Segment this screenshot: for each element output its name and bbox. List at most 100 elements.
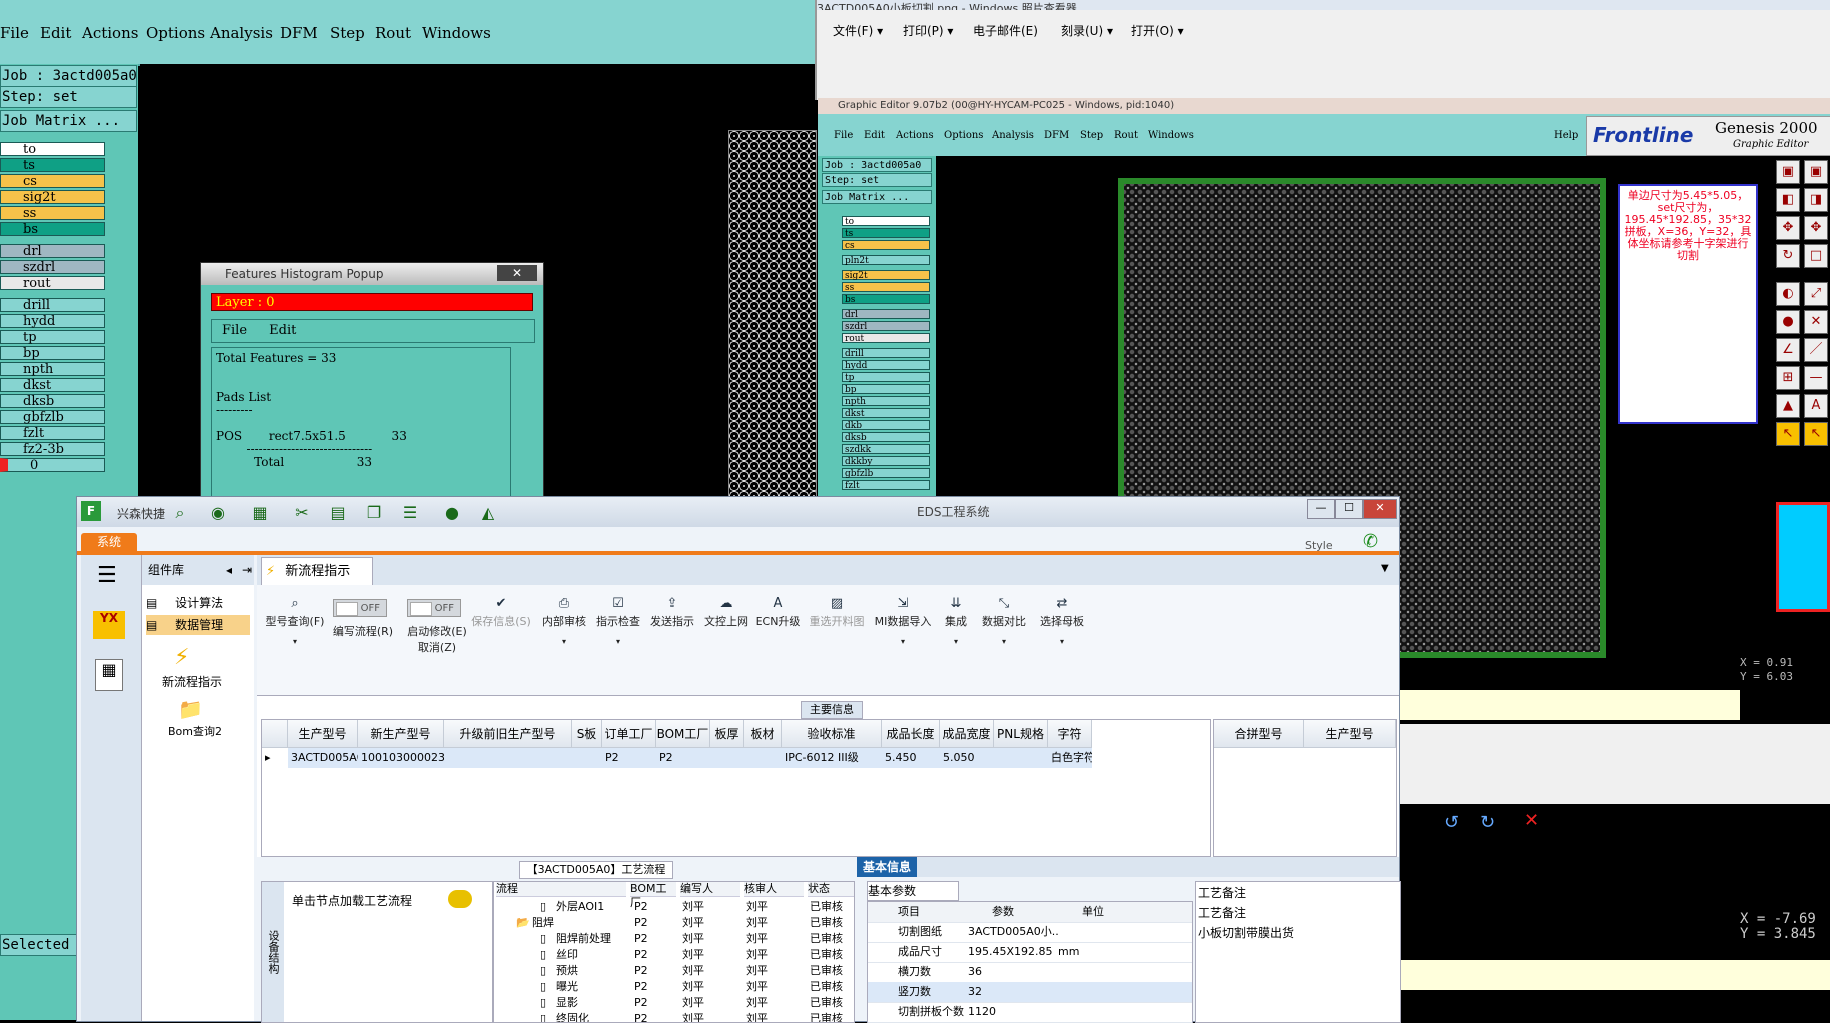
tool-icon[interactable]: ◐ bbox=[1776, 282, 1800, 306]
main-info-tab[interactable]: 主要信息 bbox=[801, 701, 863, 719]
grid-cell[interactable]: 5.450 bbox=[882, 748, 940, 768]
layer-row[interactable]: sig2t bbox=[0, 190, 105, 205]
menu-file[interactable]: File bbox=[0, 24, 29, 42]
menu-rout[interactable]: Rout bbox=[375, 24, 411, 42]
craft-note-tab[interactable]: 工艺备注 bbox=[1198, 884, 1246, 901]
user-icon[interactable]: ● bbox=[441, 503, 463, 523]
integrate-button[interactable]: ⇊ 集成 ▾ bbox=[939, 595, 973, 646]
gr-menu-windows[interactable]: Windows bbox=[1148, 130, 1194, 141]
maximize-button[interactable]: ☐ bbox=[1335, 499, 1363, 519]
yx-module-icon[interactable]: YX bbox=[93, 611, 125, 639]
table-icon[interactable]: ▦ bbox=[249, 503, 271, 523]
grid-header[interactable]: BOM工厂 bbox=[656, 720, 710, 748]
grid-header[interactable]: 板厚 bbox=[710, 720, 744, 748]
list-icon[interactable]: ☰ bbox=[399, 503, 421, 523]
rotate-left-icon[interactable]: ↺ bbox=[1444, 812, 1459, 833]
tool-icon[interactable]: ↻ bbox=[1776, 244, 1800, 268]
gr-menu-dfm[interactable]: DFM bbox=[1044, 130, 1069, 141]
menu-edit[interactable]: Edit bbox=[40, 24, 71, 42]
gr-layer-row[interactable]: pln2t bbox=[842, 255, 930, 266]
layer-row[interactable]: npth bbox=[0, 362, 105, 377]
param-row[interactable]: 切割图纸 3ACTD005A0小... bbox=[868, 922, 1192, 943]
search-icon[interactable]: ⌕ bbox=[169, 503, 191, 523]
param-row[interactable]: 竖刀数 32 bbox=[868, 982, 1192, 1003]
viewer-menu-print[interactable]: 打印(P) ▾ bbox=[903, 22, 953, 39]
param-row[interactable]: 成品尺寸 195.45X192.85 mm bbox=[868, 942, 1192, 963]
gr-layer-row[interactable]: drl bbox=[842, 309, 930, 320]
gr-layer-row[interactable]: szdkk bbox=[842, 444, 930, 455]
tool-icon[interactable]: ▲ bbox=[1776, 394, 1800, 418]
gr-layer-row[interactable]: ss bbox=[842, 282, 930, 293]
grid-header[interactable]: 订单工厂 bbox=[602, 720, 656, 748]
process-flow-tab[interactable]: 【3ACTD005A0】工艺流程 bbox=[519, 861, 673, 879]
grid-header[interactable]: 升级前旧生产型号 bbox=[444, 720, 572, 748]
reselect-cut-button[interactable]: ▨ 重选开料图 bbox=[807, 595, 867, 629]
chevron-down-icon[interactable]: ▼ bbox=[1381, 563, 1389, 574]
select-mother-board-button[interactable]: ⇄ 选择母板 ▾ bbox=[1035, 595, 1089, 646]
gr-layer-row[interactable]: sig2t bbox=[842, 270, 930, 281]
gr-layer-row[interactable]: rout bbox=[842, 333, 930, 344]
tool-icon[interactable]: ▣ bbox=[1804, 160, 1828, 184]
tool-icon[interactable]: ✥ bbox=[1804, 216, 1828, 240]
gr-layer-row[interactable]: drill bbox=[842, 348, 930, 359]
calculator-icon[interactable]: ▦ bbox=[95, 659, 123, 691]
gr-layer-row[interactable]: dkkby bbox=[842, 456, 930, 467]
layer-row[interactable]: drl bbox=[0, 244, 105, 259]
grid-header[interactable]: 生产型号 bbox=[288, 720, 358, 748]
gr-layer-row[interactable]: szdrl bbox=[842, 321, 930, 332]
minimize-button[interactable]: — bbox=[1307, 499, 1335, 519]
gr-layer-row[interactable]: tp bbox=[842, 372, 930, 383]
start-modify-toggle[interactable]: OFF bbox=[407, 599, 461, 617]
globe-icon[interactable]: ◉ bbox=[207, 503, 229, 523]
system-tab[interactable]: 系统 bbox=[81, 533, 137, 551]
gr-job-matrix-button[interactable]: Job Matrix ... bbox=[822, 190, 932, 204]
pointer-icon[interactable]: ↖ bbox=[1776, 422, 1800, 446]
model-query-button[interactable]: ⌕ 型号查询(F) ▾ bbox=[263, 595, 327, 646]
basic-info-tab[interactable]: 基本信息 bbox=[857, 857, 918, 877]
tool-icon[interactable]: ✥ bbox=[1776, 216, 1800, 240]
grid-header[interactable]: 新生产型号 bbox=[358, 720, 444, 748]
layer-row[interactable]: dksb bbox=[0, 394, 105, 409]
lightning-icon[interactable]: ⚡ bbox=[174, 645, 189, 670]
phone-icon[interactable]: ✆ bbox=[1363, 531, 1378, 552]
layer-row[interactable]: dkst bbox=[0, 378, 105, 393]
gr-step-field[interactable]: Step: set bbox=[822, 173, 932, 187]
gr-menu-help[interactable]: Help bbox=[1554, 130, 1578, 141]
grid-cell[interactable]: 白色字符 bbox=[1048, 748, 1092, 768]
job-matrix-button[interactable]: Job Matrix ... bbox=[0, 110, 137, 132]
layer-row[interactable]: gbfzlb bbox=[0, 410, 105, 425]
menu-windows[interactable]: Windows bbox=[422, 24, 491, 42]
tool-icon[interactable]: ◧ bbox=[1776, 188, 1800, 212]
viewer-menu-file[interactable]: 文件(F) ▾ bbox=[833, 22, 883, 39]
nav-item-design-algorithm[interactable]: ▤ 设计算法 bbox=[146, 593, 250, 613]
gr-menu-analysis[interactable]: Analysis bbox=[992, 130, 1034, 141]
layer-row[interactable]: cs bbox=[0, 174, 105, 189]
layer-row[interactable]: ts bbox=[0, 158, 105, 173]
tool-icon[interactable]: ／ bbox=[1804, 338, 1828, 362]
viewer-menu-burn[interactable]: 刻录(U) ▾ bbox=[1061, 22, 1113, 39]
new-flow-label[interactable]: 新流程指示 bbox=[162, 673, 222, 690]
grid-cell[interactable] bbox=[572, 748, 602, 768]
gr-layer-row[interactable]: to bbox=[842, 216, 930, 227]
tool-icon[interactable]: ⊞ bbox=[1776, 366, 1800, 390]
grid-cell[interactable] bbox=[744, 748, 782, 768]
menu-actions[interactable]: Actions bbox=[82, 24, 138, 42]
gr-layer-row[interactable]: dkb bbox=[842, 420, 930, 431]
mi-import-button[interactable]: ⇲ MI数据导入 ▾ bbox=[871, 595, 935, 646]
basic-params-tab[interactable]: 基本参数 bbox=[867, 881, 959, 901]
scissors-icon[interactable]: ✂ bbox=[291, 503, 313, 523]
tree-row[interactable]: 终固化 P2 刘平 刘平 已审核 ▯ bbox=[494, 1010, 854, 1022]
data-compare-button[interactable]: ⤡ 数据对比 ▾ bbox=[977, 595, 1031, 646]
grid-header[interactable]: 字符 bbox=[1048, 720, 1092, 748]
gr-layer-row[interactable]: hydd bbox=[842, 360, 930, 371]
gr-menu-edit[interactable]: Edit bbox=[864, 130, 885, 141]
tree-header[interactable]: 状态 bbox=[808, 882, 854, 897]
gr-menu-step[interactable]: Step bbox=[1080, 130, 1103, 141]
menu-analysis[interactable]: Analysis bbox=[210, 24, 273, 42]
menu-dfm[interactable]: DFM bbox=[280, 24, 318, 42]
grid-header[interactable]: PNL规格 bbox=[994, 720, 1048, 748]
popup-menu-file[interactable]: File bbox=[222, 323, 247, 338]
grid-cell[interactable] bbox=[444, 748, 572, 768]
layer-row[interactable]: 0 bbox=[0, 458, 105, 473]
folder-icon[interactable]: 📁 bbox=[178, 697, 203, 721]
